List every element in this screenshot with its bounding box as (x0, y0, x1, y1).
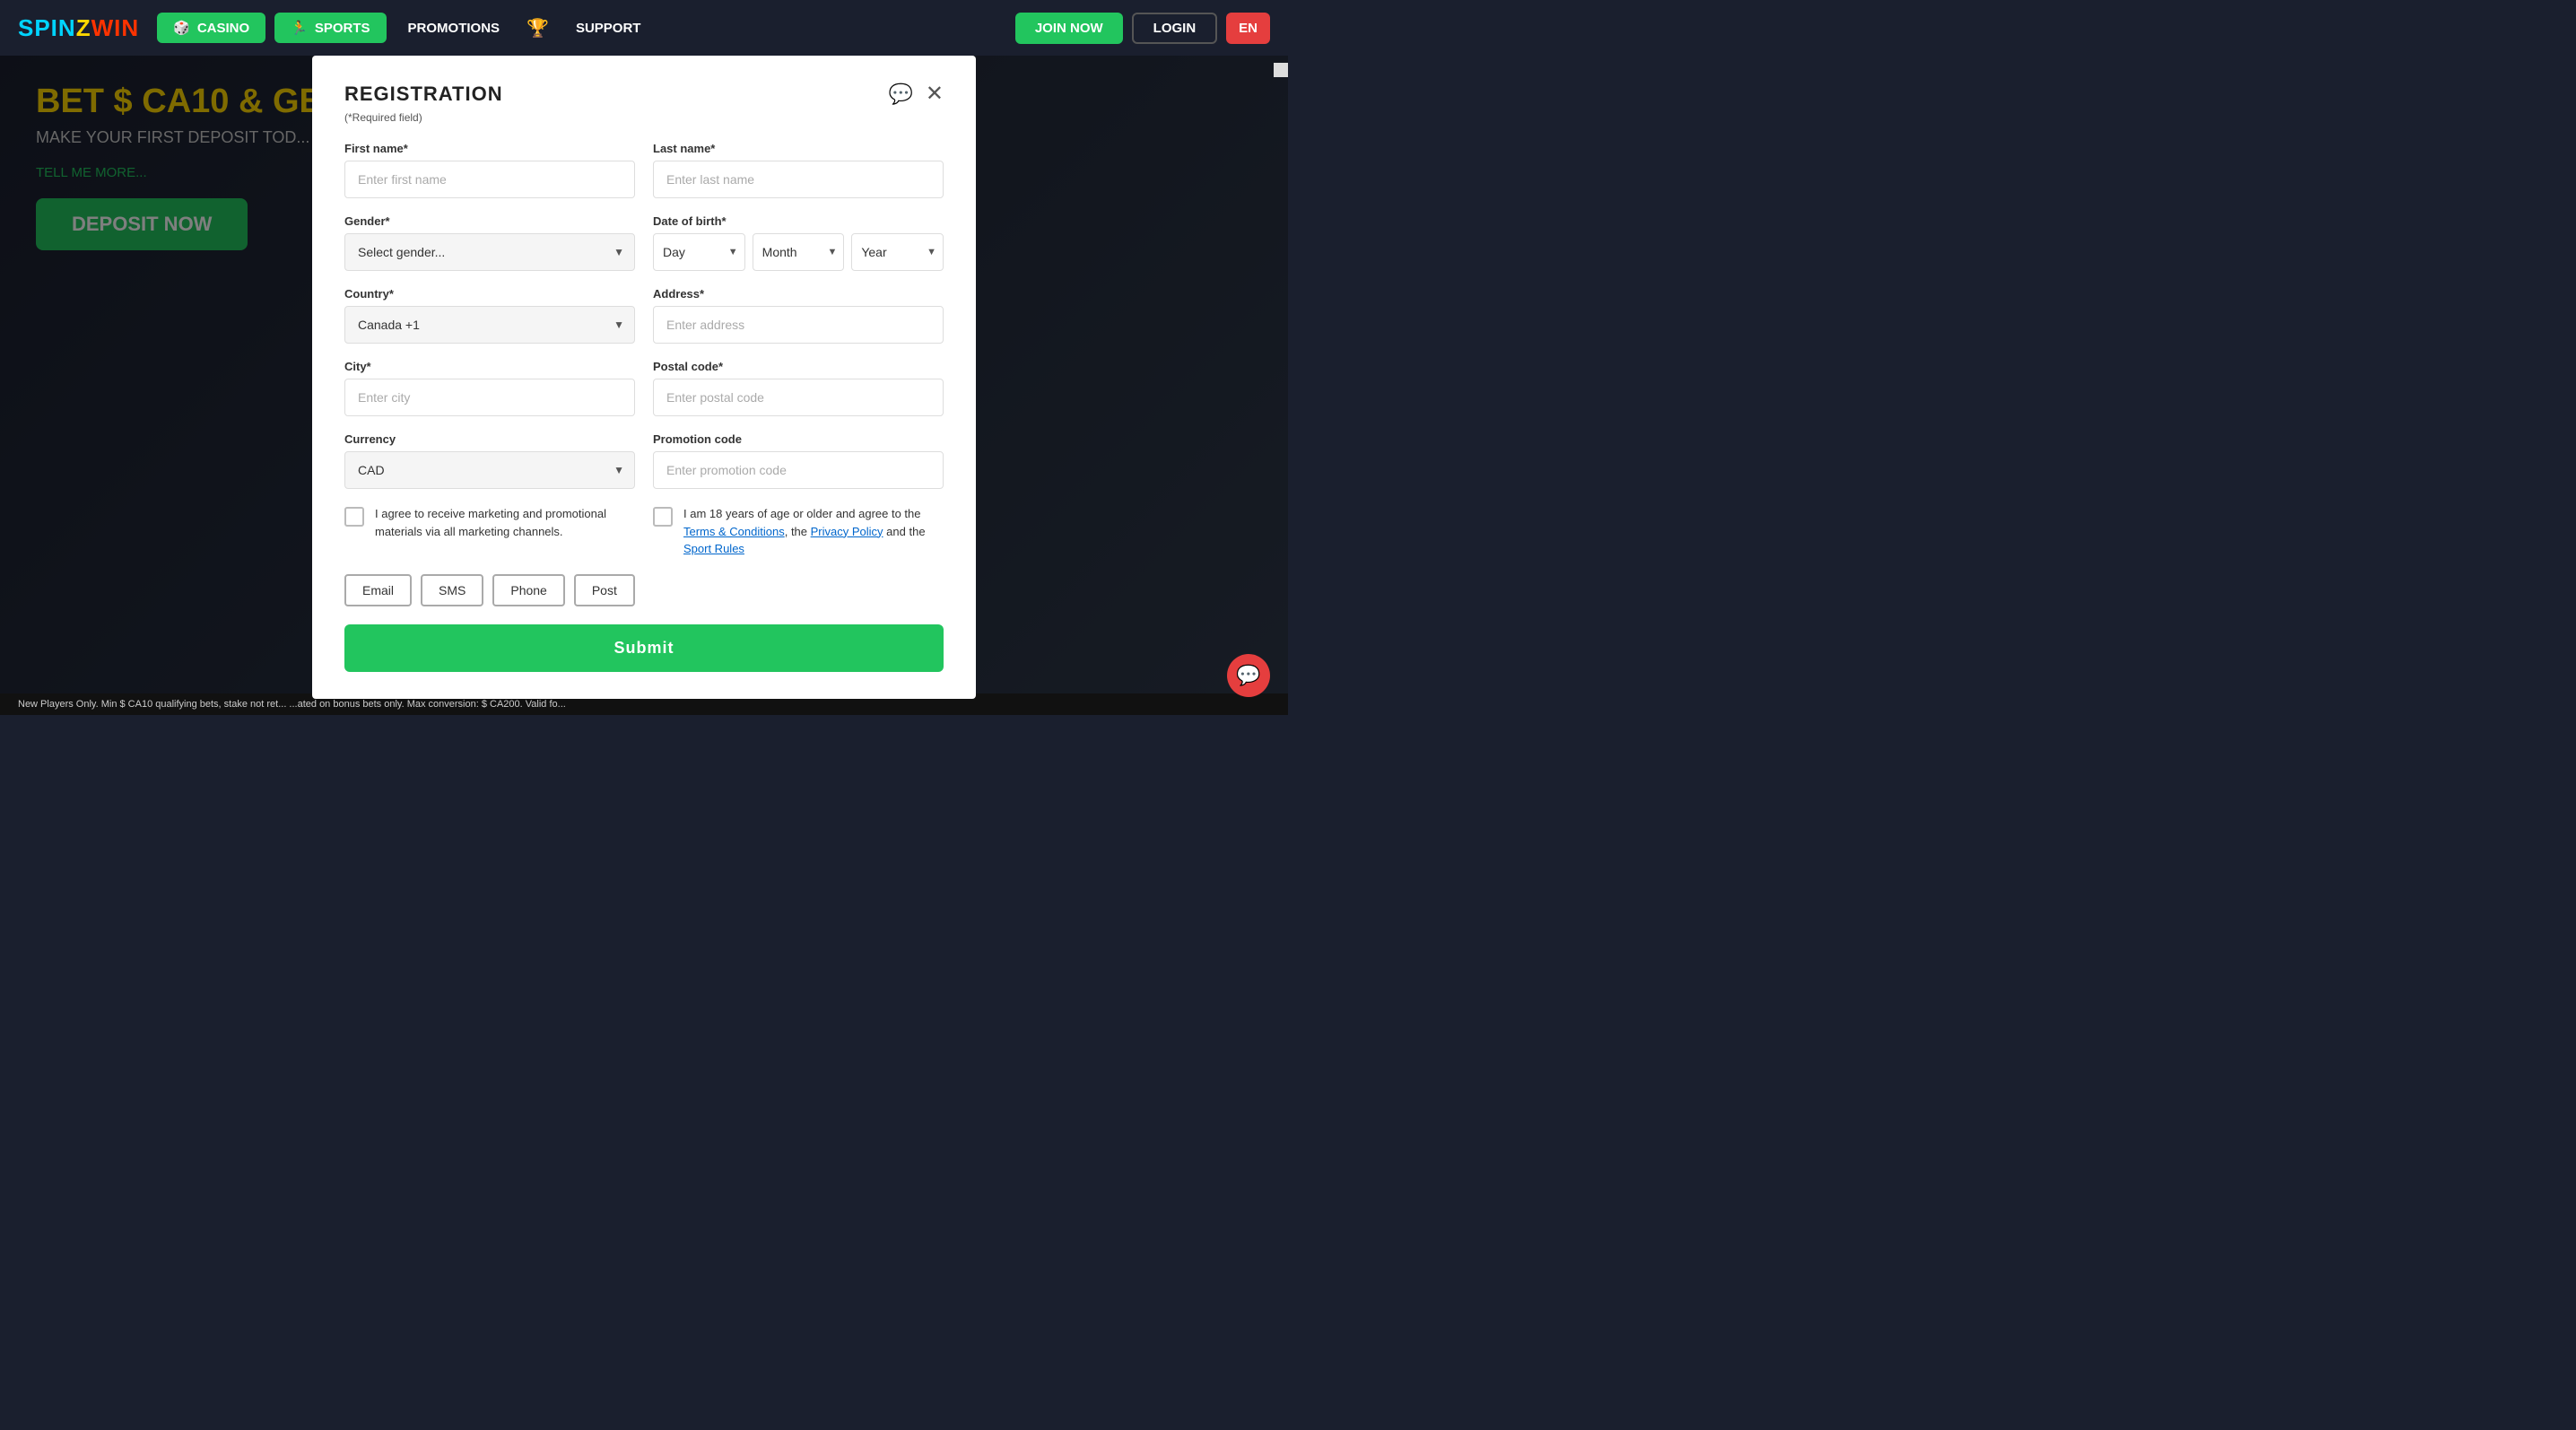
gender-label: Gender* (344, 214, 635, 228)
logo-z: Z (76, 14, 91, 41)
gender-group: Gender* Select gender... Male Female Oth… (344, 214, 635, 271)
dob-group: Date of birth* Day ▼ Month ▼ Year (653, 214, 944, 271)
last-name-group: Last name* (653, 142, 944, 198)
country-address-row: Country* Canada +1 United States +1 Unit… (344, 287, 944, 344)
age-checkbox[interactable] (653, 507, 673, 527)
checkbox-row: I agree to receive marketing and promoti… (344, 505, 944, 558)
close-icon[interactable]: ✕ (926, 83, 944, 105)
dob-day-select[interactable]: Day (653, 233, 745, 271)
sport-rules-link[interactable]: Sport Rules (683, 542, 744, 555)
dob-month-select[interactable]: Month (753, 233, 845, 271)
last-name-input[interactable] (653, 161, 944, 198)
postal-group: Postal code* (653, 360, 944, 416)
sports-button[interactable]: 🏃 SPORTS (274, 13, 386, 43)
city-label: City* (344, 360, 635, 373)
email-channel-button[interactable]: Email (344, 574, 412, 606)
currency-label: Currency (344, 432, 635, 446)
dob-year-wrapper: Year ▼ (851, 233, 944, 271)
name-row: First name* Last name* (344, 142, 944, 198)
support-link[interactable]: SUPPORT (563, 13, 654, 43)
modal-header: REGISTRATION 💬 ✕ (344, 83, 944, 106)
submit-row: Submit (344, 624, 944, 672)
privacy-link[interactable]: Privacy Policy (811, 525, 883, 538)
dice-icon: 🎲 (173, 20, 190, 36)
postal-input[interactable] (653, 379, 944, 416)
city-group: City* (344, 360, 635, 416)
country-label: Country* (344, 287, 635, 301)
first-name-label: First name* (344, 142, 635, 155)
marketing-checkbox-group: I agree to receive marketing and promoti… (344, 505, 635, 540)
city-postal-row: City* Postal code* (344, 360, 944, 416)
last-name-label: Last name* (653, 142, 944, 155)
submit-button[interactable]: Submit (344, 624, 944, 672)
channel-buttons: Email SMS Phone Post (344, 574, 944, 606)
modal-header-icons: 💬 ✕ (888, 83, 944, 106)
age-checkbox-text: I am 18 years of age or older and agree … (683, 505, 944, 558)
currency-select-wrapper: CAD USD EUR GBP ▼ (344, 451, 635, 489)
navbar: SPINZWIN 🎲 CASINO 🏃 SPORTS PROMOTIONS 🏆 … (0, 0, 1288, 56)
promo-input[interactable] (653, 451, 944, 489)
join-now-button[interactable]: JOIN NOW (1015, 13, 1123, 44)
currency-promo-row: Currency CAD USD EUR GBP ▼ Promotion cod… (344, 432, 944, 489)
login-button[interactable]: LOGIN (1132, 13, 1218, 44)
dob-day-wrapper: Day ▼ (653, 233, 745, 271)
promotions-link[interactable]: PROMOTIONS (396, 13, 513, 43)
gender-select-wrapper: Select gender... Male Female Other ▼ (344, 233, 635, 271)
gender-dob-row: Gender* Select gender... Male Female Oth… (344, 214, 944, 271)
promo-group: Promotion code (653, 432, 944, 489)
promo-label: Promotion code (653, 432, 944, 446)
sports-label: SPORTS (315, 21, 370, 36)
chat-icon[interactable]: 💬 (888, 83, 912, 106)
city-input[interactable] (344, 379, 635, 416)
address-label: Address* (653, 287, 944, 301)
terms-link[interactable]: Terms & Conditions (683, 525, 785, 538)
dob-selects: Day ▼ Month ▼ Year ▼ (653, 233, 944, 271)
address-input[interactable] (653, 306, 944, 344)
first-name-group: First name* (344, 142, 635, 198)
trophy-icon[interactable]: 🏆 (521, 17, 554, 39)
modal-title: REGISTRATION (344, 83, 503, 106)
gender-select[interactable]: Select gender... Male Female Other (344, 233, 635, 271)
country-group: Country* Canada +1 United States +1 Unit… (344, 287, 635, 344)
postal-label: Postal code* (653, 360, 944, 373)
currency-select[interactable]: CAD USD EUR GBP (344, 451, 635, 489)
casino-button[interactable]: 🎲 CASINO (157, 13, 265, 43)
dob-year-select[interactable]: Year (851, 233, 944, 271)
chat-bubble[interactable]: 💬 (1227, 654, 1270, 697)
registration-modal: REGISTRATION 💬 ✕ (*Required field) First… (312, 56, 976, 699)
address-group: Address* (653, 287, 944, 344)
marketing-checkbox-text: I agree to receive marketing and promoti… (375, 505, 635, 540)
post-channel-button[interactable]: Post (574, 574, 635, 606)
first-name-input[interactable] (344, 161, 635, 198)
logo: SPINZWIN (18, 14, 139, 42)
logo-win: WIN (91, 14, 140, 41)
language-button[interactable]: EN (1226, 13, 1270, 44)
bottom-bar-text: New Players Only. Min $ CA10 qualifying … (18, 699, 566, 710)
marketing-checkbox[interactable] (344, 507, 364, 527)
dob-month-wrapper: Month ▼ (753, 233, 845, 271)
chat-bubble-icon: 💬 (1236, 664, 1260, 687)
minimize-button[interactable] (1274, 63, 1288, 77)
country-select-wrapper: Canada +1 United States +1 United Kingdo… (344, 306, 635, 344)
dob-label: Date of birth* (653, 214, 944, 228)
sms-channel-button[interactable]: SMS (421, 574, 483, 606)
phone-channel-button[interactable]: Phone (492, 574, 564, 606)
required-note: (*Required field) (344, 111, 944, 124)
currency-group: Currency CAD USD EUR GBP ▼ (344, 432, 635, 489)
country-select[interactable]: Canada +1 United States +1 United Kingdo… (344, 306, 635, 344)
sports-icon: 🏃 (291, 20, 308, 36)
age-checkbox-group: I am 18 years of age or older and agree … (653, 505, 944, 558)
logo-spin: SPIN (18, 14, 76, 41)
casino-label: CASINO (197, 21, 249, 36)
